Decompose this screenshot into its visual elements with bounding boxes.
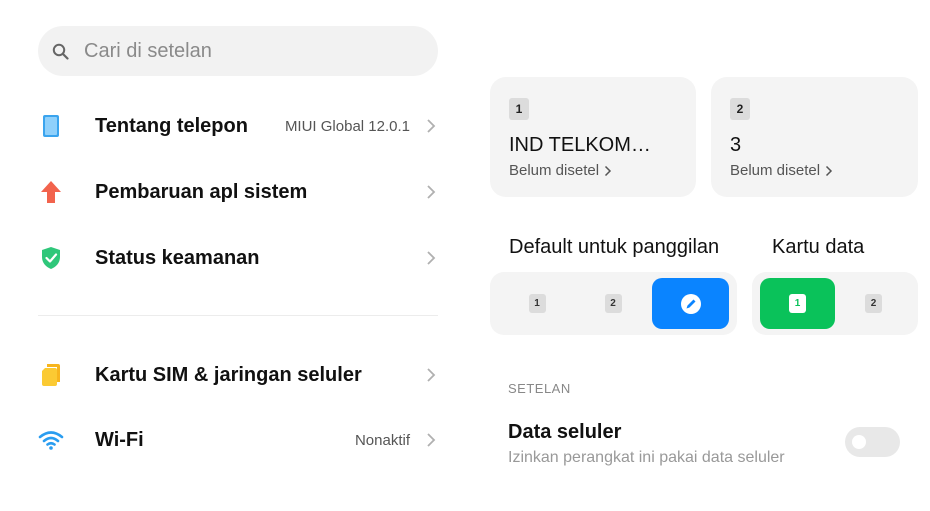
- sim-badge: 2: [604, 294, 622, 313]
- call-option-sim-2[interactable]: 2: [576, 278, 650, 329]
- menu-item-wifi[interactable]: Wi-Fi Nonaktif: [38, 412, 438, 468]
- call-default-title: Default untuk panggilan: [509, 236, 720, 258]
- divider: [38, 315, 438, 316]
- edit-pencil-icon: [680, 293, 701, 314]
- mobile-data-subtitle: Izinkan perangkat ini pakai data seluler: [508, 449, 785, 466]
- sim-status: Belum disetel: [509, 162, 612, 179]
- phone-icon: [38, 113, 64, 139]
- update-arrow-icon: [38, 179, 64, 205]
- wifi-status: Nonaktif: [354, 431, 410, 449]
- menu-item-tentang-telepon[interactable]: Tentang telepon MIUI Global 12.0.1: [38, 98, 438, 154]
- sim-slot-badge: 2: [730, 98, 750, 120]
- sim-card-2[interactable]: 2 3 Belum disetel: [711, 77, 918, 197]
- mobile-data-toggle[interactable]: [845, 427, 900, 457]
- chevron-right-icon: [424, 365, 438, 385]
- call-option-sim-1[interactable]: 1: [500, 278, 574, 329]
- chevron-right-icon: [826, 165, 833, 176]
- sim-badge: 1: [528, 294, 546, 313]
- shield-check-icon: [38, 245, 64, 271]
- sim-name: 3: [730, 134, 742, 156]
- chevron-right-icon: [424, 116, 438, 136]
- sim-card-icon: [38, 362, 64, 388]
- search-icon: [52, 43, 69, 60]
- chevron-right-icon: [424, 430, 438, 450]
- sim-status-text: Belum disetel: [730, 162, 821, 179]
- sim-status-text: Belum disetel: [509, 162, 600, 179]
- data-card-title: Kartu data: [772, 236, 865, 258]
- sim-slot-badge: 1: [509, 98, 529, 120]
- data-card-selector: 1 2: [752, 272, 918, 335]
- menu-item-label: Pembaruan apl sistem: [95, 180, 308, 203]
- menu-item-label: Status keamanan: [95, 246, 260, 269]
- sim-name: IND TELKOM…: [509, 134, 651, 156]
- settings-list: Tentang telepon MIUI Global 12.0.1 Pemba…: [0, 0, 470, 511]
- sim-card-1[interactable]: 1 IND TELKOM… Belum disetel: [490, 77, 696, 197]
- mobile-data-title: Data seluler: [508, 421, 622, 443]
- toggle-knob: [852, 435, 866, 449]
- menu-item-kartu-sim[interactable]: Kartu SIM & jaringan seluler: [38, 347, 438, 403]
- chevron-right-icon: [605, 165, 612, 176]
- miui-version: MIUI Global 12.0.1: [284, 117, 410, 135]
- search-bar[interactable]: [38, 26, 438, 76]
- section-label-setelan: SETELAN: [508, 381, 571, 396]
- menu-item-label: Kartu SIM & jaringan seluler: [95, 363, 362, 386]
- menu-item-status-keamanan[interactable]: Status keamanan: [38, 230, 438, 286]
- search-input[interactable]: [84, 39, 414, 63]
- data-option-sim-1[interactable]: 1: [760, 278, 835, 329]
- menu-item-label: Wi-Fi: [95, 428, 144, 451]
- sim-badge: 2: [865, 294, 882, 313]
- menu-item-pembaruan-apl-sistem[interactable]: Pembaruan apl sistem: [38, 164, 438, 220]
- wifi-icon: [38, 427, 64, 453]
- sim-badge: 1: [789, 294, 806, 313]
- chevron-right-icon: [424, 182, 438, 202]
- chevron-right-icon: [424, 248, 438, 268]
- data-option-sim-2[interactable]: 2: [837, 278, 910, 329]
- call-option-ask[interactable]: [652, 278, 729, 329]
- menu-item-label: Tentang telepon: [95, 114, 248, 137]
- call-default-selector: 1 2: [490, 272, 737, 335]
- sim-status: Belum disetel: [730, 162, 833, 179]
